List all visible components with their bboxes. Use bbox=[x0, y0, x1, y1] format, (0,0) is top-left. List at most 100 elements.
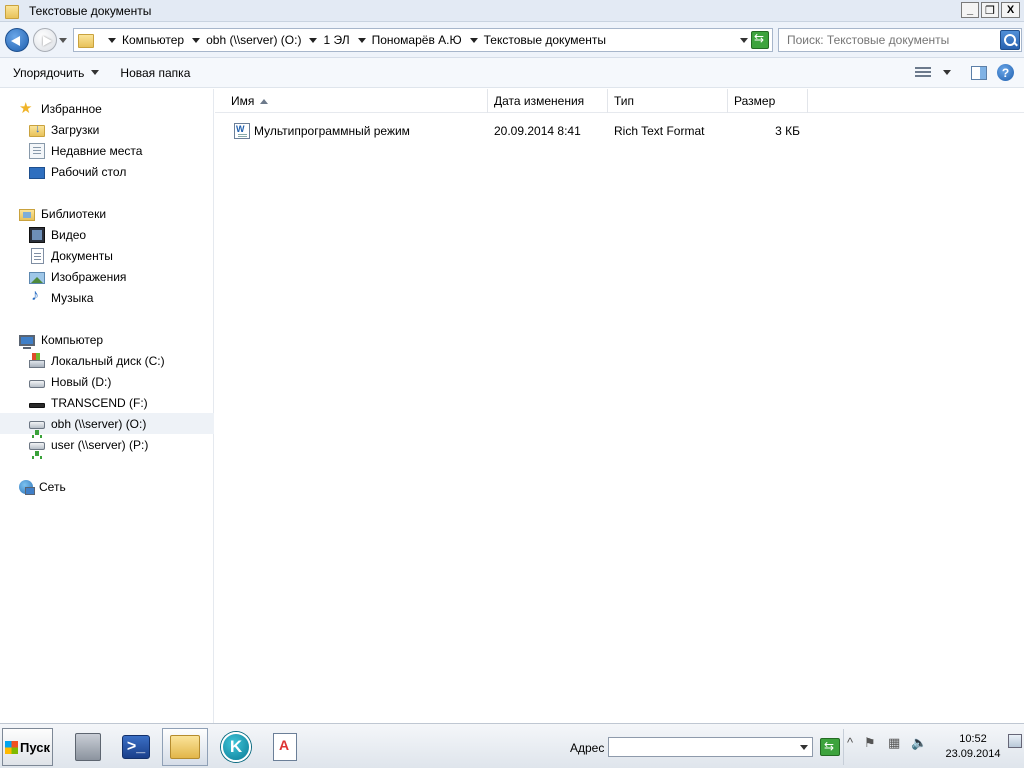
recent-pages-dropdown[interactable] bbox=[59, 38, 67, 43]
nav-label: Компьютер bbox=[41, 332, 104, 347]
tray-chevron-icon[interactable]: ^ bbox=[847, 735, 853, 750]
file-list: Имя Дата изменения Тип Размер Мультипрог… bbox=[215, 89, 1024, 723]
column-header-size[interactable]: Размер bbox=[728, 89, 808, 113]
preview-pane-icon[interactable] bbox=[971, 65, 987, 80]
nav-label: Локальный диск (C:) bbox=[51, 353, 165, 368]
breadcrumb-1el[interactable]: 1 ЭЛ bbox=[323, 33, 349, 47]
nav-favorites[interactable]: Избранное bbox=[0, 98, 214, 119]
file-row[interactable]: Мультипрограммный режим 20.09.2014 8:41 … bbox=[215, 120, 1024, 141]
view-options-icon[interactable] bbox=[915, 66, 933, 80]
nav-label: Сеть bbox=[39, 479, 66, 494]
taskbar-explorer[interactable] bbox=[162, 728, 208, 766]
search-box[interactable] bbox=[778, 28, 1022, 52]
nav-computer[interactable]: Компьютер bbox=[0, 329, 214, 350]
powershell-icon: >_ bbox=[122, 735, 150, 759]
chevron-down-icon[interactable] bbox=[192, 37, 201, 43]
help-icon[interactable]: ? bbox=[997, 64, 1014, 81]
view-dropdown-icon[interactable] bbox=[943, 70, 951, 75]
nav-network[interactable]: Сеть bbox=[0, 476, 214, 497]
nav-label: user (\\server) (P:) bbox=[51, 437, 149, 452]
breadcrumb-separator[interactable] bbox=[469, 37, 484, 43]
address-bar[interactable]: Компьютер obh (\\server) (O:) 1 ЭЛ Поном… bbox=[73, 28, 773, 52]
breadcrumb-label: Пономарёв А.Ю bbox=[371, 33, 462, 47]
new-folder-button[interactable]: Новая папка bbox=[120, 63, 190, 83]
favorites-group: Избранное Загрузки Недавние места Рабочи… bbox=[0, 98, 214, 182]
column-header-name[interactable]: Имя bbox=[225, 89, 488, 113]
taskbar-k-app[interactable]: K bbox=[213, 728, 259, 766]
maximize-button[interactable]: ❐ bbox=[981, 2, 999, 18]
command-bar: Упорядочить Новая папка ? bbox=[0, 58, 1024, 88]
breadcrumb-separator[interactable] bbox=[192, 37, 206, 43]
breadcrumb-separator[interactable] bbox=[357, 37, 372, 43]
picture-icon bbox=[29, 271, 45, 284]
nav-item-downloads[interactable]: Загрузки bbox=[0, 119, 214, 140]
breadcrumb-computer[interactable]: Компьютер bbox=[122, 33, 184, 47]
address-toolbar-input[interactable] bbox=[609, 738, 794, 756]
nav-label: Новый (D:) bbox=[51, 374, 112, 389]
nav-label: TRANSCEND (F:) bbox=[51, 395, 148, 410]
back-button[interactable] bbox=[5, 28, 29, 52]
chevron-down-icon[interactable] bbox=[108, 37, 116, 43]
nav-item-drive-d[interactable]: Новый (D:) bbox=[0, 371, 214, 392]
search-icon[interactable] bbox=[1000, 30, 1020, 50]
breadcrumb-separator[interactable] bbox=[309, 37, 323, 43]
taskbar: Пуск >_ K Адрес ^ ⚑ ▦ 🔈 10:52 23.09.2014 bbox=[0, 723, 1024, 768]
address-toolbar[interactable] bbox=[608, 737, 813, 757]
search-input[interactable] bbox=[787, 33, 997, 47]
taskbar-document-app[interactable] bbox=[262, 728, 308, 766]
breadcrumb-drive-o[interactable]: obh (\\server) (O:) bbox=[206, 33, 301, 47]
chevron-down-icon[interactable] bbox=[800, 745, 808, 750]
show-desktop-button[interactable] bbox=[1008, 734, 1022, 748]
volume-icon[interactable]: 🔈 bbox=[911, 735, 927, 751]
nav-label: Видео bbox=[51, 227, 87, 242]
network-status-icon[interactable]: ▦ bbox=[888, 735, 900, 751]
column-header-date[interactable]: Дата изменения bbox=[488, 89, 608, 113]
computer-group: Компьютер Локальный диск (C:) Новый (D:)… bbox=[0, 329, 214, 456]
clock[interactable]: 10:52 23.09.2014 bbox=[943, 732, 1003, 762]
organize-button[interactable]: Упорядочить bbox=[13, 63, 100, 83]
column-label: Тип bbox=[614, 94, 635, 108]
chevron-down-icon[interactable] bbox=[309, 37, 318, 43]
action-center-flag-icon[interactable]: ⚑ bbox=[864, 735, 876, 751]
nav-label: Избранное bbox=[41, 101, 102, 116]
close-button[interactable]: X bbox=[1001, 2, 1020, 18]
taskbar-powershell[interactable]: >_ bbox=[113, 728, 159, 766]
start-button[interactable]: Пуск bbox=[2, 728, 53, 766]
nav-item-video[interactable]: Видео bbox=[0, 224, 214, 245]
nav-label: Изображения bbox=[51, 269, 127, 284]
recent-places-icon bbox=[29, 142, 45, 159]
chevron-down-icon[interactable] bbox=[357, 37, 366, 43]
minimize-button[interactable]: _ bbox=[961, 2, 979, 18]
nav-item-drive-p[interactable]: user (\\server) (P:) bbox=[0, 434, 214, 456]
forward-button[interactable] bbox=[33, 28, 57, 52]
nav-label: Документы bbox=[51, 248, 113, 263]
nav-item-pictures[interactable]: Изображения bbox=[0, 266, 214, 287]
taskbar-server-manager[interactable] bbox=[65, 728, 111, 766]
file-size-cell: 3 КБ bbox=[775, 123, 800, 138]
address-history-dropdown[interactable] bbox=[740, 38, 748, 43]
nav-item-recent-places[interactable]: Недавние места bbox=[0, 140, 214, 161]
libraries-group: Библиотеки Видео Документы Изображения М… bbox=[0, 203, 214, 308]
document-editor-icon bbox=[273, 733, 297, 761]
nav-item-drive-c[interactable]: Локальный диск (C:) bbox=[0, 350, 214, 371]
breadcrumb-ponomarev[interactable]: Пономарёв А.Ю bbox=[372, 33, 462, 47]
nav-item-drive-o[interactable]: obh (\\server) (O:) bbox=[0, 413, 214, 435]
chevron-down-icon[interactable] bbox=[469, 37, 478, 43]
computer-icon bbox=[19, 334, 35, 349]
column-header-type[interactable]: Тип bbox=[608, 89, 728, 113]
nav-item-music[interactable]: Музыка bbox=[0, 287, 214, 308]
nav-item-drive-f[interactable]: TRANSCEND (F:) bbox=[0, 392, 214, 413]
breadcrumb-text-docs[interactable]: Текстовые документы bbox=[484, 33, 606, 47]
nav-item-desktop[interactable]: Рабочий стол bbox=[0, 161, 214, 182]
breadcrumb-root[interactable] bbox=[108, 37, 122, 43]
nav-libraries[interactable]: Библиотеки bbox=[0, 203, 214, 224]
video-icon bbox=[29, 226, 45, 243]
refresh-button[interactable] bbox=[751, 31, 769, 49]
file-name-cell: Мультипрограммный режим bbox=[234, 120, 410, 141]
go-button[interactable] bbox=[820, 738, 840, 756]
network-drive-icon bbox=[29, 420, 45, 435]
sort-ascending-icon bbox=[260, 98, 269, 104]
system-drive-icon bbox=[29, 352, 45, 368]
window-controls: _ ❐ X bbox=[961, 2, 1020, 18]
nav-item-documents[interactable]: Документы bbox=[0, 245, 214, 266]
